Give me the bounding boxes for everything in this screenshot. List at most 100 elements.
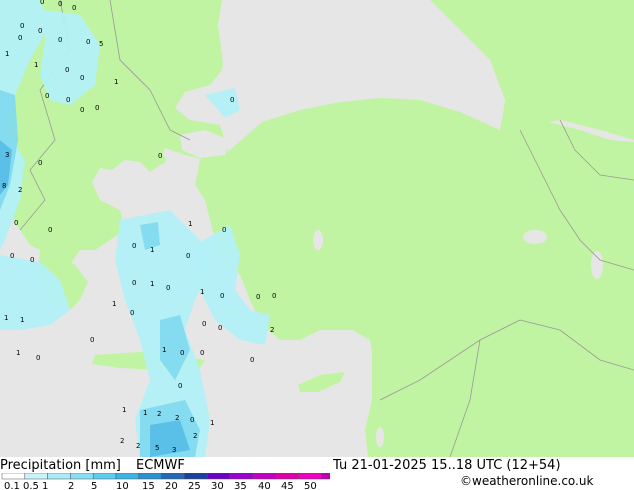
precip-value-label: 0 xyxy=(130,309,134,317)
colorbar-swatch xyxy=(298,473,322,480)
colorbar-tick-label: 20 xyxy=(165,481,178,490)
colorbar-swatch xyxy=(252,473,276,480)
colorbar-tick-label: 2 xyxy=(68,481,74,490)
precip-value-label: 0 xyxy=(48,226,52,234)
precip-value-label: 0 xyxy=(36,354,40,362)
precip-value-label: 1 xyxy=(16,349,20,357)
precip-value-label: 1 xyxy=(150,280,154,288)
precip-value-label: 0 xyxy=(218,324,222,332)
precip-value-label: 0 xyxy=(166,284,170,292)
precip-value-label: 0 xyxy=(86,38,90,46)
precip-value-label: 2 xyxy=(18,186,22,194)
precip-value-label: 1 xyxy=(143,409,147,417)
precip-value-label: 1 xyxy=(34,61,38,69)
precip-value-label: 0 xyxy=(65,66,69,74)
lake xyxy=(313,230,323,250)
island xyxy=(255,260,265,276)
precip-value-label: 1 xyxy=(200,288,204,296)
precip-value-label: 2 xyxy=(120,437,124,445)
precipitation-map: 0 0 0 0 0 0 5 1 1 0 0 1 0 0 0 0 0 0 0 3 8 2 0 0 0 0 0 1 0 0 0 0 1 1 0 1 0 0 1 0… xyxy=(0,0,634,457)
valid-time: Tu 21-01-2025 15..18 UTC (12+54) xyxy=(333,458,561,473)
precipitation-label: Precipitation [mm] xyxy=(0,458,121,473)
precip-value-label: 0 xyxy=(190,416,194,424)
precip-value-label: 1 xyxy=(162,346,166,354)
colorbar-swatch xyxy=(229,473,254,480)
colorbar-tick-label: 40 xyxy=(258,481,271,490)
precip-value-label: 8 xyxy=(2,182,6,190)
precip-value-label: 0 xyxy=(272,292,276,300)
precip-value-label: 1 xyxy=(150,246,154,254)
precip-value-label: 5 xyxy=(99,40,103,48)
colorbar-tick-label: 45 xyxy=(281,481,294,490)
precip-value-label: 0 xyxy=(20,22,24,30)
colorbar-tick-label: 0.5 xyxy=(23,481,39,490)
precip-value-label: 0 xyxy=(14,219,18,227)
colorbar-tick-label: 5 xyxy=(91,481,97,490)
credit-text: ©weatheronline.co.uk xyxy=(460,474,594,488)
precip-value-label: 0 xyxy=(256,293,260,301)
precip-value-label: 0 xyxy=(58,0,62,8)
precip-value-label: 0 xyxy=(30,256,34,264)
precip-value-label: 2 xyxy=(157,410,161,418)
colorbar-tick-label: 50 xyxy=(304,481,317,490)
precip-value-label: 0 xyxy=(90,336,94,344)
precip-value-label: 0 xyxy=(66,96,70,104)
precip-value-label: 3 xyxy=(172,446,176,454)
colorbar-swatch xyxy=(184,473,208,480)
precip-value-label: 0 xyxy=(230,96,234,104)
colorbar-tick-label: 35 xyxy=(234,481,247,490)
precip-value-label: 0 xyxy=(180,349,184,357)
lake xyxy=(591,251,603,279)
precip-value-label: 0 xyxy=(38,27,42,35)
map-footer: Precipitation [mm] ECMWF Tu 21-01-2025 1… xyxy=(0,457,634,490)
precip-value-label: 1 xyxy=(122,406,126,414)
precip-value-label: 0 xyxy=(220,292,224,300)
colorbar-swatch xyxy=(206,473,231,480)
colorbar-swatch xyxy=(275,473,299,480)
colorbar-tick-label: 0.1 xyxy=(4,481,20,490)
precip-value-label: 0 xyxy=(45,92,49,100)
precip-value-label: 1 xyxy=(20,316,24,324)
colorbar-swatch xyxy=(92,473,117,480)
precip-value-label: 0 xyxy=(38,159,42,167)
precip-value-label: 3 xyxy=(5,151,9,159)
precip-value-label: 0 xyxy=(200,349,204,357)
colorbar-swatch xyxy=(320,473,330,480)
precip-value-label: 2 xyxy=(193,432,197,440)
precip-value-label: 0 xyxy=(132,242,136,250)
lake xyxy=(523,230,547,244)
colorbar-tick-label: 30 xyxy=(211,481,224,490)
precip-value-label: 1 xyxy=(4,314,8,322)
precip-value-label: 1 xyxy=(112,300,116,308)
colorbar-swatch xyxy=(1,473,26,480)
precip-value-label: 2 xyxy=(175,414,179,422)
precip-value-label: 1 xyxy=(5,50,9,58)
precip-value-label: 0 xyxy=(58,36,62,44)
colorbar-swatch xyxy=(24,473,48,480)
precip-value-label: 0 xyxy=(202,320,206,328)
precip-value-label: 0 xyxy=(222,226,226,234)
colorbar-tick-label: 25 xyxy=(188,481,201,490)
colorbar-tick-label: 10 xyxy=(116,481,129,490)
colorbar-swatch xyxy=(47,473,71,480)
lake xyxy=(376,427,384,447)
colorbar-swatch xyxy=(70,473,94,480)
colorbar-swatch xyxy=(161,473,185,480)
weather-map-page: 0000005110010000000382000001000011010010… xyxy=(0,0,634,490)
model-label: ECMWF xyxy=(136,458,185,473)
precipitation-colorbar: 0.1 0.5 1 2 5 10 15 20 25 30 35 40 45 50 xyxy=(1,473,330,490)
precip-value-label: 0 xyxy=(80,74,84,82)
precip-value-label: 0 xyxy=(10,252,14,260)
colorbar-tick-label: 15 xyxy=(142,481,155,490)
precip-value-label: 0 xyxy=(250,356,254,364)
precip-value-label: 1 xyxy=(114,78,118,86)
precip-value-label: 1 xyxy=(188,220,192,228)
precip-value-label: 0 xyxy=(178,382,182,390)
precip-value-label: 5 xyxy=(155,444,159,452)
precip-value-label: 2 xyxy=(270,326,274,334)
precip-value-label: 0 xyxy=(132,279,136,287)
precip-value-label: 0 xyxy=(40,0,44,6)
precip-value-label: 0 xyxy=(18,34,22,42)
precip-value-label: 0 xyxy=(80,106,84,114)
precip-value-label: 0 xyxy=(95,104,99,112)
